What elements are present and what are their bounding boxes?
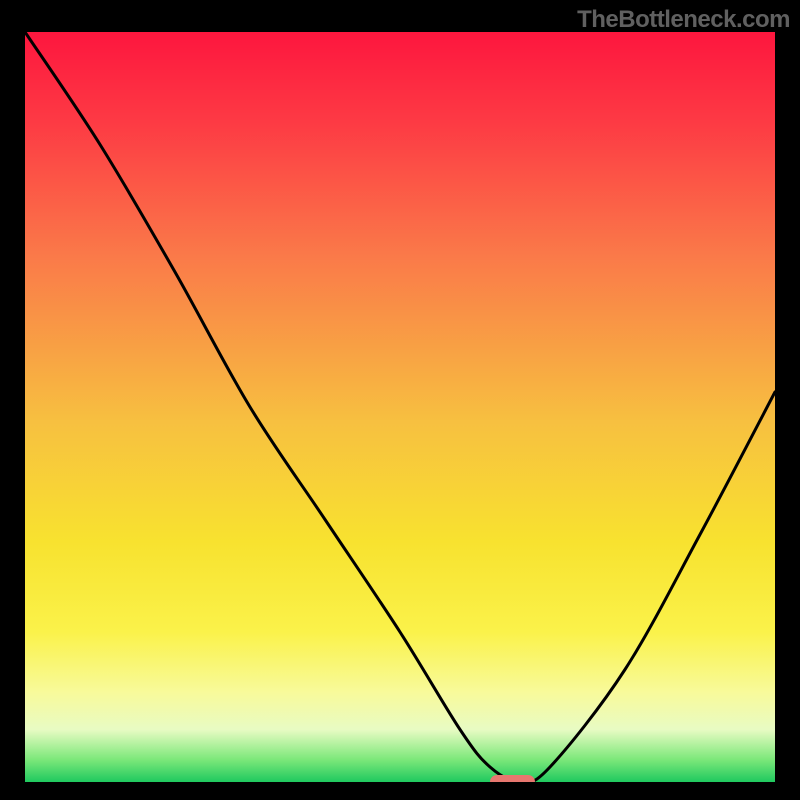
optimum-marker [490, 775, 535, 782]
bottleneck-curve-layer [25, 32, 775, 782]
watermark-text: TheBottleneck.com [577, 6, 790, 34]
bottleneck-curve [25, 32, 775, 782]
chart-frame: TheBottleneck.com [0, 0, 800, 800]
plot-area [25, 32, 775, 782]
